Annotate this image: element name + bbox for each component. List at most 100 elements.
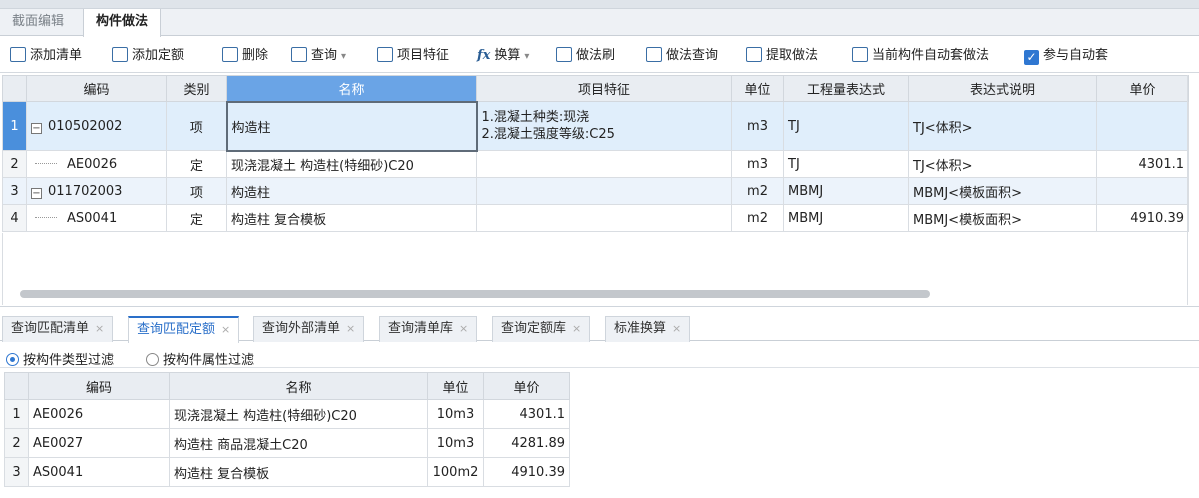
item-feature-button[interactable]: 项目特征 [377, 46, 449, 66]
category-cell[interactable]: 定 [166, 204, 227, 232]
header-code[interactable]: 编码 [28, 372, 170, 400]
expression-desc-cell[interactable]: MBMJ<模板面积> [908, 177, 1097, 205]
tab-section-edit[interactable]: 截面编辑 [0, 9, 76, 36]
tab-component-method[interactable]: 构件做法 [83, 9, 162, 37]
header-unit[interactable]: 单位 [731, 75, 784, 102]
table-row[interactable]: 4 AS0041 定 构造柱 复合模板 m2 MBMJ MBMJ<模板面积> 4… [2, 204, 1189, 232]
code-cell[interactable]: −010502002 [26, 101, 167, 151]
close-icon[interactable]: × [459, 322, 468, 335]
table-row[interactable]: 2 AE0027 构造柱 商品混凝土C20 10m3 4281.89 [4, 428, 570, 458]
header-price[interactable]: 单价 [1096, 75, 1189, 102]
category-cell[interactable]: 定 [166, 150, 227, 178]
name-cell[interactable]: 构造柱 [226, 177, 477, 205]
auto-apply-button[interactable]: 当前构件自动套做法 [852, 46, 989, 66]
name-cell[interactable]: 现浇混凝土 构造柱(特细砂)C20 [226, 150, 477, 178]
feature-cell[interactable]: 1.混凝土种类:现浇 2.混凝土强度等级:C25 [476, 101, 732, 151]
price-cell[interactable]: 4910.39 [1096, 204, 1189, 232]
close-icon[interactable]: × [672, 322, 681, 335]
convert-button[interactable]: fx 换算 ▾ [477, 46, 529, 66]
price-cell[interactable] [1096, 101, 1189, 151]
feature-cell[interactable] [476, 150, 732, 178]
header-code[interactable]: 编码 [26, 75, 167, 102]
unit-cell[interactable]: m3 [731, 101, 784, 151]
expression-cell[interactable]: TJ [783, 101, 909, 151]
header-category[interactable]: 类别 [166, 75, 227, 102]
unit-cell[interactable]: m2 [731, 204, 784, 232]
expression-desc-cell[interactable]: TJ<体积> [908, 101, 1097, 151]
header-unit[interactable]: 单位 [427, 372, 484, 400]
code-cell[interactable]: AE0027 [28, 428, 170, 458]
header-name[interactable]: 名称 [169, 372, 428, 400]
price-cell[interactable] [1096, 177, 1189, 205]
participate-auto-checkbox[interactable]: ✓ 参与自动套 [1024, 46, 1108, 66]
category-cell[interactable]: 项 [166, 177, 227, 205]
row-number: 3 [4, 457, 29, 487]
collapse-icon[interactable]: − [31, 187, 42, 199]
name-cell[interactable]: 构造柱 商品混凝土C20 [169, 428, 428, 458]
unit-cell[interactable]: 10m3 [427, 428, 484, 458]
radio-selected-icon [6, 353, 19, 366]
add-list-button[interactable]: 添加清单 [10, 46, 82, 66]
code-cell[interactable]: AS0041 [26, 204, 167, 232]
code-cell[interactable]: AE0026 [28, 399, 170, 429]
collapse-icon[interactable]: − [31, 122, 42, 134]
name-cell[interactable]: 构造柱 复合模板 [169, 457, 428, 487]
tab-query-list-library[interactable]: 查询清单库 × [379, 316, 478, 342]
tab-query-external-list[interactable]: 查询外部清单 × [253, 316, 365, 342]
unit-cell[interactable]: m3 [731, 150, 784, 178]
close-icon[interactable]: × [572, 322, 581, 335]
unit-cell[interactable]: m2 [731, 177, 784, 205]
name-cell[interactable]: 构造柱 复合模板 [226, 204, 477, 232]
header-feature[interactable]: 项目特征 [476, 75, 732, 102]
filter-by-type-radio[interactable]: 按构件类型过滤 [6, 349, 114, 368]
code-cell[interactable]: AS0041 [28, 457, 170, 487]
code-cell[interactable]: −011702003 [26, 177, 167, 205]
toolbar: 添加清单 添加定额 删除 查询 ▾ 项目特征 fx 换算 ▾ 做法刷 做法查询 提取做… [0, 37, 1199, 73]
expression-cell[interactable]: MBMJ [783, 177, 909, 205]
tab-query-quota-library[interactable]: 查询定额库 × [492, 316, 591, 342]
add-quota-button[interactable]: 添加定额 [112, 46, 184, 66]
header-name[interactable]: 名称 [226, 75, 477, 102]
expression-desc-cell[interactable]: MBMJ<模板面积> [908, 204, 1097, 232]
horizontal-scrollbar[interactable] [20, 290, 930, 298]
category-cell[interactable]: 项 [166, 101, 227, 151]
expression-desc-cell[interactable]: TJ<体积> [908, 150, 1097, 178]
filter-by-attr-radio[interactable]: 按构件属性过滤 [146, 349, 254, 368]
tab-query-match-list[interactable]: 查询匹配清单 × [2, 316, 114, 342]
close-icon[interactable]: × [346, 322, 355, 335]
expression-cell[interactable]: TJ [783, 150, 909, 178]
name-cell[interactable]: 构造柱 [225, 100, 478, 152]
feature-cell[interactable] [476, 204, 732, 232]
code-cell[interactable]: AE0026 [26, 150, 167, 178]
tab-standard-convert[interactable]: 标准换算 × [605, 316, 691, 342]
expression-cell[interactable]: MBMJ [783, 204, 909, 232]
method-query-button[interactable]: 做法查询 [646, 46, 718, 66]
header-price[interactable]: 单价 [483, 372, 570, 400]
header-expression-desc[interactable]: 表达式说明 [908, 75, 1097, 102]
match-quota-table: 编码 名称 单位 单价 1 AE0026 现浇混凝土 构造柱(特细砂)C20 1… [4, 372, 570, 487]
table-row[interactable]: 1 −010502002 项 构造柱 1.混凝土种类:现浇 2.混凝土强度等级:C… [2, 100, 1189, 152]
price-cell[interactable]: 4910.39 [483, 457, 570, 487]
method-brush-button[interactable]: 做法刷 [556, 46, 615, 66]
feature-cell[interactable] [476, 177, 732, 205]
tab-query-match-quota[interactable]: 查询匹配定额 × [128, 316, 240, 343]
delete-button[interactable]: 删除 [222, 46, 268, 66]
extract-method-button[interactable]: 提取做法 [746, 46, 818, 66]
close-icon[interactable]: × [95, 322, 104, 335]
table-row[interactable]: 2 AE0026 定 现浇混凝土 构造柱(特细砂)C20 m3 TJ TJ<体积… [2, 150, 1189, 178]
table-row[interactable]: 1 AE0026 现浇混凝土 构造柱(特细砂)C20 10m3 4301.1 [4, 399, 570, 429]
panel-divider[interactable] [0, 306, 1199, 307]
row-number: 4 [2, 204, 27, 232]
query-button[interactable]: 查询 ▾ [291, 46, 346, 66]
header-expression[interactable]: 工程量表达式 [783, 75, 909, 102]
unit-cell[interactable]: 100m2 [427, 457, 484, 487]
name-cell[interactable]: 现浇混凝土 构造柱(特细砂)C20 [169, 399, 428, 429]
unit-cell[interactable]: 10m3 [427, 399, 484, 429]
table-row[interactable]: 3 AS0041 构造柱 复合模板 100m2 4910.39 [4, 457, 570, 487]
table-row[interactable]: 3 −011702003 项 构造柱 m2 MBMJ MBMJ<模板面积> [2, 177, 1189, 205]
price-cell[interactable]: 4301.1 [483, 399, 570, 429]
price-cell[interactable]: 4281.89 [483, 428, 570, 458]
close-icon[interactable]: × [221, 323, 230, 336]
price-cell[interactable]: 4301.1 [1096, 150, 1189, 178]
add-list-icon [10, 47, 26, 62]
